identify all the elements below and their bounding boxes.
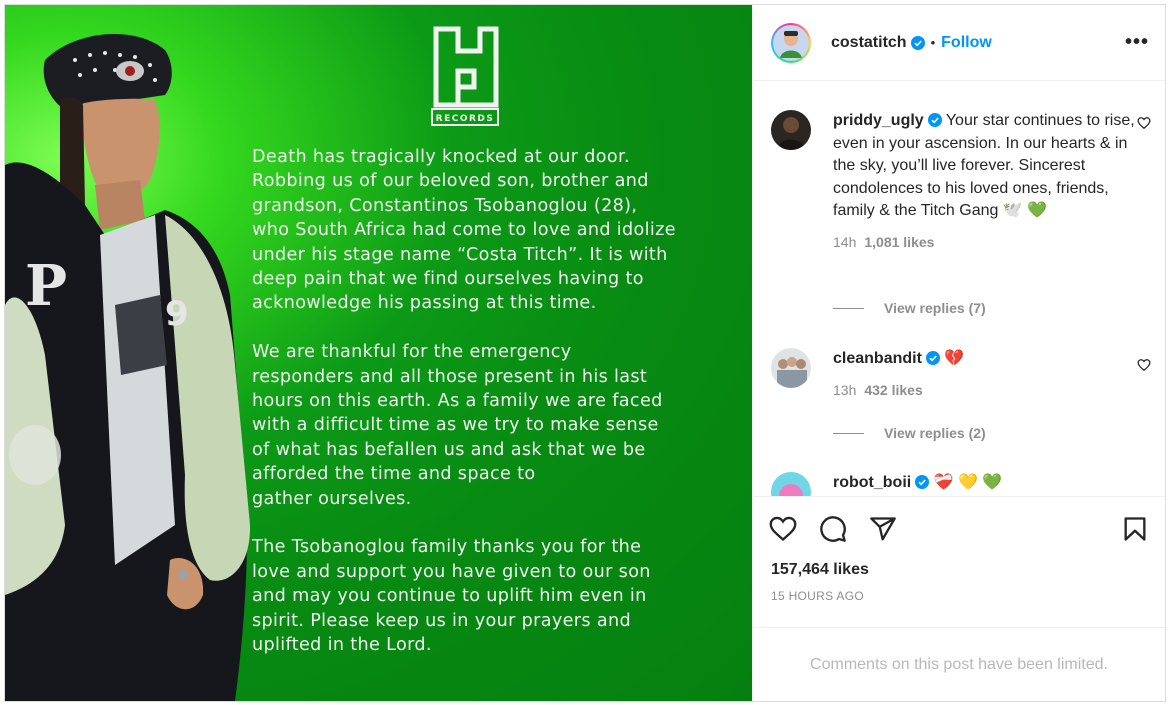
action-bar <box>753 497 1165 561</box>
commenter-avatar[interactable] <box>771 110 811 150</box>
svg-text:RECORDS: RECORDS <box>436 114 495 124</box>
post-timestamp[interactable]: 15 HOURS AGO <box>753 589 1165 627</box>
post-image[interactable]: P 9 RECORDS Death has tragically knocked… <box>5 5 752 701</box>
post-header: costatitch • Follow ••• <box>753 5 1165 81</box>
comments-list[interactable]: priddy_ugly Your star continues to rise,… <box>753 81 1165 497</box>
view-replies-button[interactable]: View replies (7) <box>833 300 986 316</box>
heart-icon[interactable] <box>769 515 797 543</box>
commenter-username[interactable]: robot_boii <box>833 474 911 491</box>
bookmark-icon[interactable] <box>1121 515 1149 543</box>
comment-icon[interactable] <box>819 515 847 543</box>
verified-icon <box>915 475 930 489</box>
comment-likes[interactable]: 1,081 likes <box>864 234 934 250</box>
person-figure: P 9 <box>5 33 251 701</box>
verified-icon <box>927 113 942 127</box>
comments-limited-notice: Comments on this post have been limited. <box>753 627 1165 701</box>
svg-text:9: 9 <box>165 294 189 334</box>
svg-text:P: P <box>25 253 67 319</box>
view-replies-label: View replies (7) <box>884 300 986 316</box>
share-icon[interactable] <box>869 515 897 543</box>
statement-paragraph-1: Death has tragically knocked at our door… <box>252 147 676 314</box>
instagram-post-window: P 9 RECORDS Death has tragically knocked… <box>4 4 1166 702</box>
comment-item: priddy_ugly Your star continues to rise,… <box>771 110 1151 254</box>
comment-heart-icon[interactable] <box>1137 358 1151 372</box>
view-replies-label: View replies (2) <box>884 425 986 441</box>
statement-paragraph-2: We are thankful for the emergency respon… <box>252 342 663 509</box>
comment-heart-icon[interactable] <box>1137 116 1151 130</box>
verified-icon <box>910 35 925 50</box>
verified-icon <box>925 351 940 365</box>
comment-time[interactable]: 13h <box>833 382 856 398</box>
comment-text: 💔 <box>939 350 965 367</box>
post-likes[interactable]: 157,464 likes <box>753 561 1165 589</box>
comment-item: cleanbandit 💔 13h 432 likes <box>771 348 1151 401</box>
view-replies-button[interactable]: View replies (2) <box>833 425 986 441</box>
header-separator: • <box>930 35 936 50</box>
records-logo: RECORDS <box>431 26 499 126</box>
comment-item: robot_boii ❤️‍🩹 💛 💚 <box>771 472 1151 496</box>
commenter-avatar[interactable] <box>771 348 811 388</box>
statement-paragraph-3: The Tsobanoglou family thanks you for th… <box>252 537 651 656</box>
post-statement: Death has tragically knocked at our door… <box>252 145 737 682</box>
commenter-username[interactable]: cleanbandit <box>833 350 922 367</box>
comment-likes[interactable]: 432 likes <box>864 382 922 398</box>
replies-divider <box>833 432 864 434</box>
commenter-username[interactable]: priddy_ugly <box>833 112 924 129</box>
comment-text: ❤️‍🩹 💛 💚 <box>929 474 1003 491</box>
replies-divider <box>833 307 864 309</box>
post-side-panel: costatitch • Follow ••• priddy_ugly Your… <box>752 5 1165 701</box>
author-username[interactable]: costatitch <box>831 34 907 52</box>
author-avatar[interactable] <box>771 22 811 63</box>
commenter-avatar[interactable] <box>771 472 811 496</box>
more-options-icon[interactable]: ••• <box>1125 31 1149 54</box>
follow-button[interactable]: Follow <box>941 34 992 52</box>
comment-time[interactable]: 14h <box>833 234 856 250</box>
